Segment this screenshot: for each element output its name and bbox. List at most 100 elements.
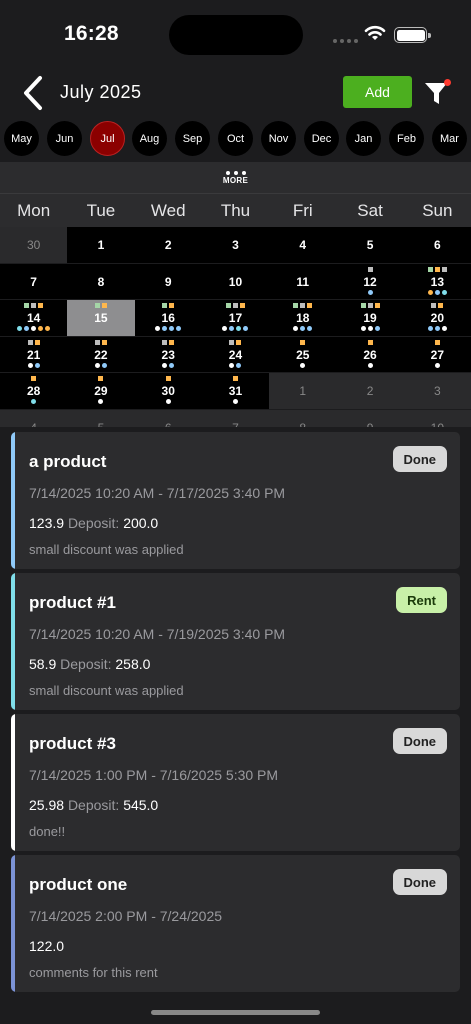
day-number: 9: [336, 421, 403, 428]
calendar-day[interactable]: 9: [336, 409, 404, 428]
status-badge: Done: [392, 446, 447, 472]
calendar-day[interactable]: 26: [336, 336, 404, 372]
calendar-day[interactable]: 13: [403, 263, 471, 299]
day-number: 11: [296, 274, 310, 289]
calendar-day[interactable]: 3: [201, 227, 270, 263]
month-chip-jan[interactable]: Jan: [346, 121, 381, 156]
square-marker: [367, 266, 373, 272]
calendar-day[interactable]: 1: [269, 373, 337, 409]
calendar-day[interactable]: 25: [269, 336, 337, 372]
month-chip-feb[interactable]: Feb: [389, 121, 424, 156]
calendar-day[interactable]: 11: [269, 263, 337, 299]
calendar-day[interactable]: 22: [67, 336, 135, 372]
month-chip-may[interactable]: May: [4, 121, 39, 156]
calendar-day[interactable]: 24: [201, 336, 270, 372]
square-marker: [169, 303, 175, 308]
calendar-day[interactable]: 8: [269, 409, 337, 427]
calendar-day[interactable]: 10: [403, 409, 471, 428]
day-number: 6: [135, 421, 202, 428]
square-marker: [293, 303, 299, 308]
day-number: 10: [404, 421, 471, 428]
add-button[interactable]: Add: [343, 76, 412, 108]
status-badge: Done: [392, 728, 447, 754]
month-chip-jun[interactable]: Jun: [47, 121, 82, 156]
month-chip-sep[interactable]: Sep: [175, 121, 210, 156]
calendar-day[interactable]: 29: [67, 373, 135, 409]
calendar-day[interactable]: 17: [201, 300, 270, 336]
day-number: 28: [26, 384, 41, 398]
day-dot-markers: [202, 326, 269, 331]
square-marker: [374, 303, 380, 308]
dot-marker: [236, 326, 242, 331]
calendar-week-row: 28 29 30 31 1 2 3: [0, 373, 471, 410]
dot-marker: [427, 326, 433, 331]
day-square-markers: [135, 339, 202, 345]
month-chip-aug[interactable]: Aug: [132, 121, 167, 156]
day-square-markers: [67, 303, 134, 308]
day-square-markers: [404, 339, 471, 345]
square-marker: [307, 303, 313, 308]
calendar-day[interactable]: 4: [0, 409, 68, 427]
calendar-day[interactable]: 6: [403, 227, 471, 263]
month-chip-dec[interactable]: Dec: [304, 121, 339, 156]
dot-marker: [434, 362, 440, 368]
more-button[interactable]: MORE: [0, 162, 471, 193]
rental-card[interactable]: product #1 Rent 7/14/2025 10:20 AM - 7/1…: [11, 573, 460, 710]
back-button[interactable]: [18, 74, 48, 112]
calendar-day[interactable]: 5: [336, 227, 404, 263]
day-dot-markers: [0, 399, 67, 404]
square-marker: [98, 376, 104, 381]
rental-card[interactable]: product one Done 7/14/2025 2:00 PM - 7/2…: [11, 855, 460, 992]
calendar-day[interactable]: 6: [134, 409, 202, 428]
month-chip-mar[interactable]: Mar: [432, 121, 467, 156]
dot-marker: [162, 362, 168, 368]
calendar-day[interactable]: 19: [336, 300, 404, 336]
calendar-day[interactable]: 18: [269, 300, 337, 336]
calendar-week-row: 21 22 23 24 25 26 27: [0, 336, 471, 373]
calendar-day[interactable]: 4: [269, 227, 337, 263]
filter-button[interactable]: [421, 76, 453, 108]
calendar-day[interactable]: 1: [67, 227, 135, 263]
calendar-day[interactable]: 28: [0, 373, 68, 409]
calendar-day[interactable]: 27: [403, 336, 471, 372]
square-marker: [162, 339, 168, 345]
dot-marker: [155, 326, 161, 331]
day-number: 13: [430, 274, 444, 289]
calendar-day[interactable]: 2: [134, 227, 202, 263]
calendar-day[interactable]: 23: [134, 336, 202, 372]
calendar-day[interactable]: 5: [67, 409, 135, 428]
calendar-day[interactable]: 2: [336, 373, 404, 409]
day-number: 5: [67, 421, 134, 428]
calendar-day[interactable]: 31: [201, 373, 270, 409]
calendar-day[interactable]: 16: [134, 300, 202, 336]
month-chip-oct[interactable]: Oct: [218, 121, 253, 156]
day-dot-markers: [0, 326, 67, 331]
rental-card[interactable]: a product Done 7/14/2025 10:20 AM - 7/17…: [11, 432, 460, 569]
calendar-day[interactable]: 20: [403, 300, 471, 336]
day-number: 30: [26, 238, 41, 252]
day-square-markers: [336, 339, 403, 345]
calendar-day[interactable]: 30: [134, 373, 202, 409]
day-number: 20: [430, 311, 444, 325]
calendar-day[interactable]: 14: [0, 300, 68, 336]
calendar-day[interactable]: 8: [67, 263, 135, 299]
day-square-markers: [0, 376, 67, 381]
calendar-day[interactable]: 30: [0, 227, 68, 263]
day-dot-markers: [135, 362, 202, 368]
calendar-day[interactable]: 9: [134, 263, 202, 299]
calendar-day[interactable]: 7: [0, 263, 68, 299]
calendar-day[interactable]: 10: [201, 263, 270, 299]
day-number: 14: [26, 311, 41, 325]
dot-marker: [307, 326, 313, 331]
day-square-markers: [67, 339, 134, 345]
calendar-day[interactable]: 3: [403, 373, 471, 409]
month-chip-nov[interactable]: Nov: [261, 121, 296, 156]
day-dot-markers: [336, 289, 403, 295]
calendar-day[interactable]: 21: [0, 336, 68, 372]
battery-icon: [394, 27, 431, 43]
rental-card[interactable]: product #3 Done 7/14/2025 1:00 PM - 7/16…: [11, 714, 460, 851]
month-chip-jul[interactable]: Jul: [90, 121, 125, 156]
calendar-day[interactable]: 7: [201, 409, 270, 427]
calendar-day[interactable]: 12: [336, 263, 404, 299]
calendar-day[interactable]: 15: [67, 300, 135, 336]
